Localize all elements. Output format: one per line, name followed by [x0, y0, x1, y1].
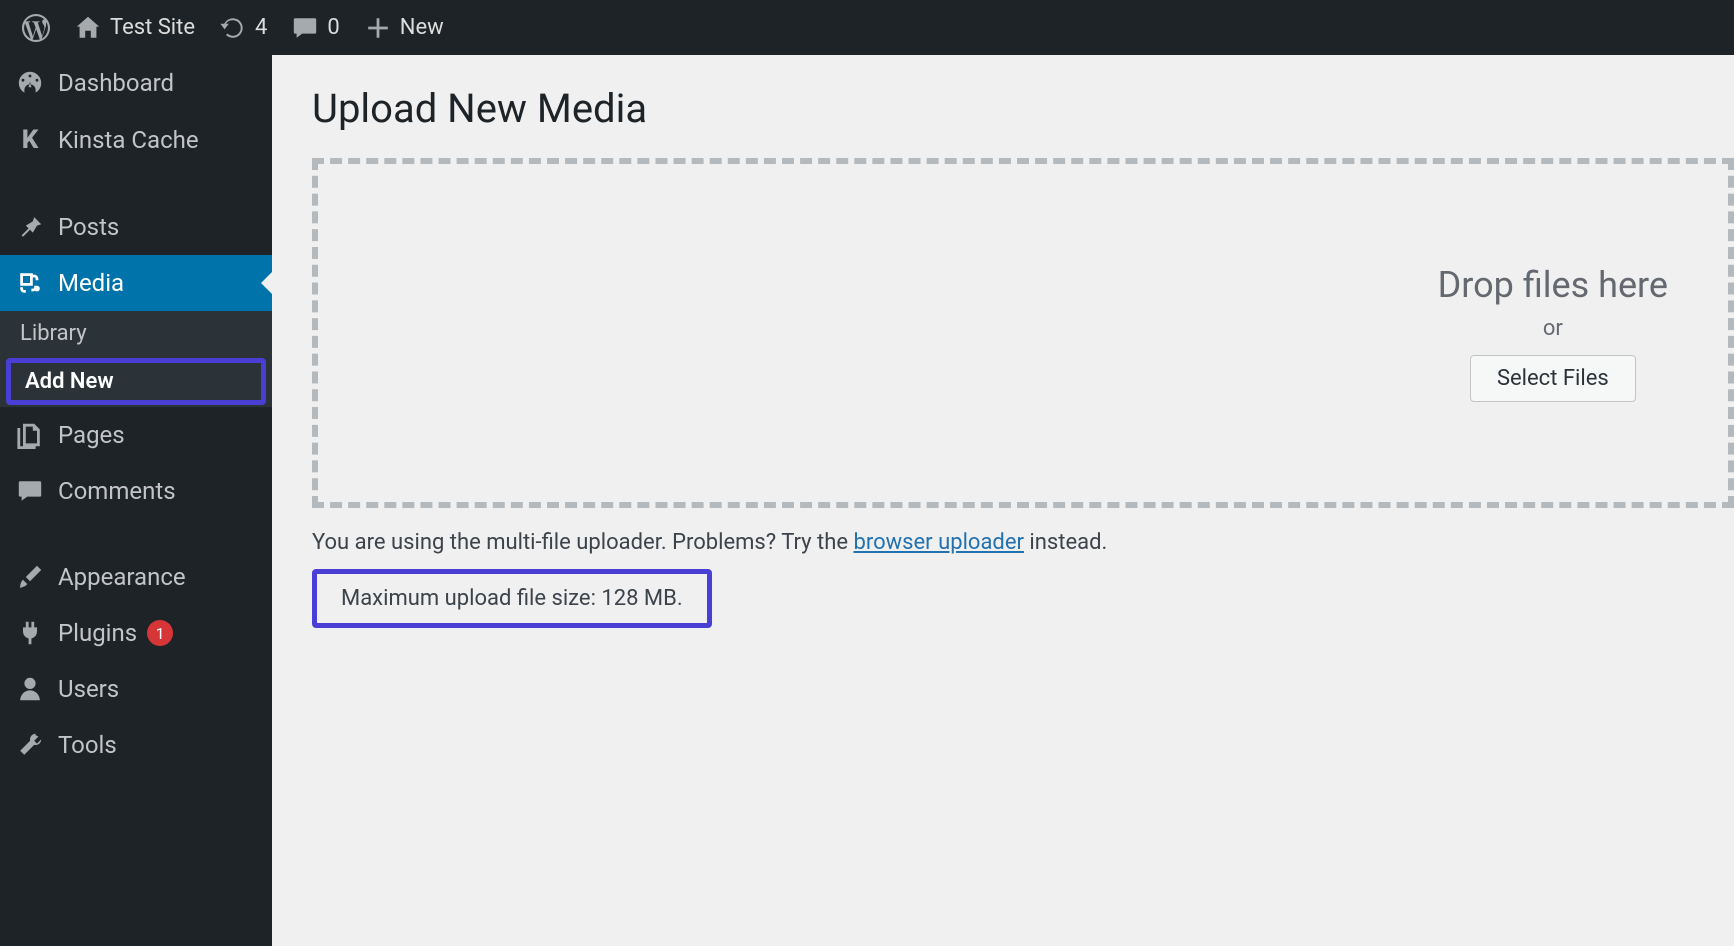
site-name-menu[interactable]: Test Site	[62, 0, 207, 55]
sidebar-item-posts[interactable]: Posts	[0, 199, 272, 255]
sidebar-item-label: Plugins	[58, 619, 137, 647]
sidebar-item-comments[interactable]: Comments	[0, 463, 272, 519]
pages-icon	[16, 421, 44, 449]
dropzone-inner: Drop files here or Select Files	[1438, 264, 1668, 402]
sidebar-item-users[interactable]: Users	[0, 661, 272, 717]
site-name-label: Test Site	[110, 15, 195, 40]
browser-uploader-link[interactable]: browser uploader	[853, 530, 1023, 555]
comment-icon	[16, 477, 44, 505]
sidebar-item-kinsta[interactable]: K Kinsta Cache	[0, 111, 272, 169]
sidebar-item-label: Tools	[58, 731, 117, 759]
wp-logo-menu[interactable]	[10, 0, 62, 55]
uploader-hint: You are using the multi-file uploader. P…	[312, 530, 1734, 555]
media-submenu: Library Add New	[0, 311, 272, 407]
sidebar-item-plugins[interactable]: Plugins 1	[0, 605, 272, 661]
updates-count: 4	[255, 15, 267, 40]
comments-menu[interactable]: 0	[279, 0, 351, 55]
wrench-icon	[16, 731, 44, 759]
new-content-menu[interactable]: New	[352, 0, 456, 55]
menu-separator	[0, 519, 272, 549]
sidebar-item-label: Dashboard	[58, 69, 174, 97]
or-text: or	[1543, 316, 1563, 341]
select-files-button[interactable]: Select Files	[1470, 355, 1636, 402]
page-title: Upload New Media	[312, 85, 1734, 132]
pin-icon	[16, 213, 44, 241]
highlight-annotation: Add New	[6, 358, 266, 405]
sidebar-item-label: Comments	[58, 477, 176, 505]
admin-bar: Test Site 4 0 New	[0, 0, 1734, 55]
comments-count: 0	[327, 15, 339, 40]
submenu-label: Library	[20, 321, 87, 346]
max-size-annotation: Maximum upload file size: 128 MB.	[312, 569, 712, 628]
sidebar-item-label: Users	[58, 675, 119, 703]
media-icon	[16, 269, 44, 297]
wordpress-icon	[22, 14, 50, 42]
home-icon	[74, 14, 102, 42]
brush-icon	[16, 563, 44, 591]
main-content: Upload New Media Drop files here or Sele…	[272, 55, 1734, 946]
sidebar-item-label: Media	[58, 269, 124, 297]
refresh-icon	[219, 14, 247, 42]
submenu-label: Add New	[25, 369, 114, 394]
sidebar-item-pages[interactable]: Pages	[0, 407, 272, 463]
max-size-text: Maximum upload file size: 128 MB.	[341, 586, 683, 611]
upload-dropzone[interactable]: Drop files here or Select Files	[312, 158, 1734, 508]
admin-sidebar: Dashboard K Kinsta Cache Posts Media Lib…	[0, 55, 272, 946]
sidebar-item-tools[interactable]: Tools	[0, 717, 272, 773]
submenu-item-addnew[interactable]: Add New	[11, 363, 261, 400]
comment-icon	[291, 14, 319, 42]
sidebar-item-label: Appearance	[58, 563, 186, 591]
sidebar-item-appearance[interactable]: Appearance	[0, 549, 272, 605]
sidebar-item-label: Posts	[58, 213, 119, 241]
hint-suffix: instead.	[1024, 530, 1107, 555]
update-badge: 1	[147, 620, 173, 646]
plus-icon	[364, 14, 392, 42]
user-icon	[16, 675, 44, 703]
submenu-item-library[interactable]: Library	[0, 311, 272, 356]
dashboard-icon	[16, 69, 44, 97]
menu-separator	[0, 169, 272, 199]
kinsta-icon: K	[16, 125, 44, 155]
new-label: New	[400, 15, 444, 40]
sidebar-item-label: Kinsta Cache	[58, 126, 199, 154]
drop-text: Drop files here	[1438, 264, 1668, 306]
sidebar-item-media[interactable]: Media	[0, 255, 272, 311]
sidebar-item-label: Pages	[58, 421, 125, 449]
updates-menu[interactable]: 4	[207, 0, 279, 55]
sidebar-item-dashboard[interactable]: Dashboard	[0, 55, 272, 111]
hint-prefix: You are using the multi-file uploader. P…	[312, 530, 853, 555]
plug-icon	[16, 619, 44, 647]
